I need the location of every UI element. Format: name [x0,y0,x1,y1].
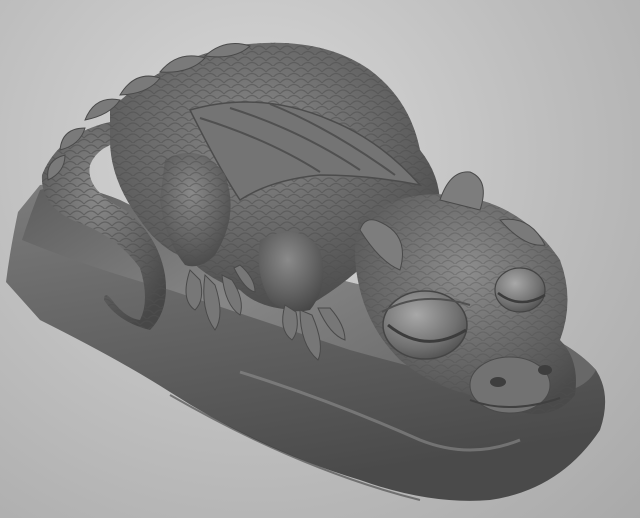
3d-viewport[interactable] [0,0,640,518]
dragon-sculpture-icon [6,42,606,501]
